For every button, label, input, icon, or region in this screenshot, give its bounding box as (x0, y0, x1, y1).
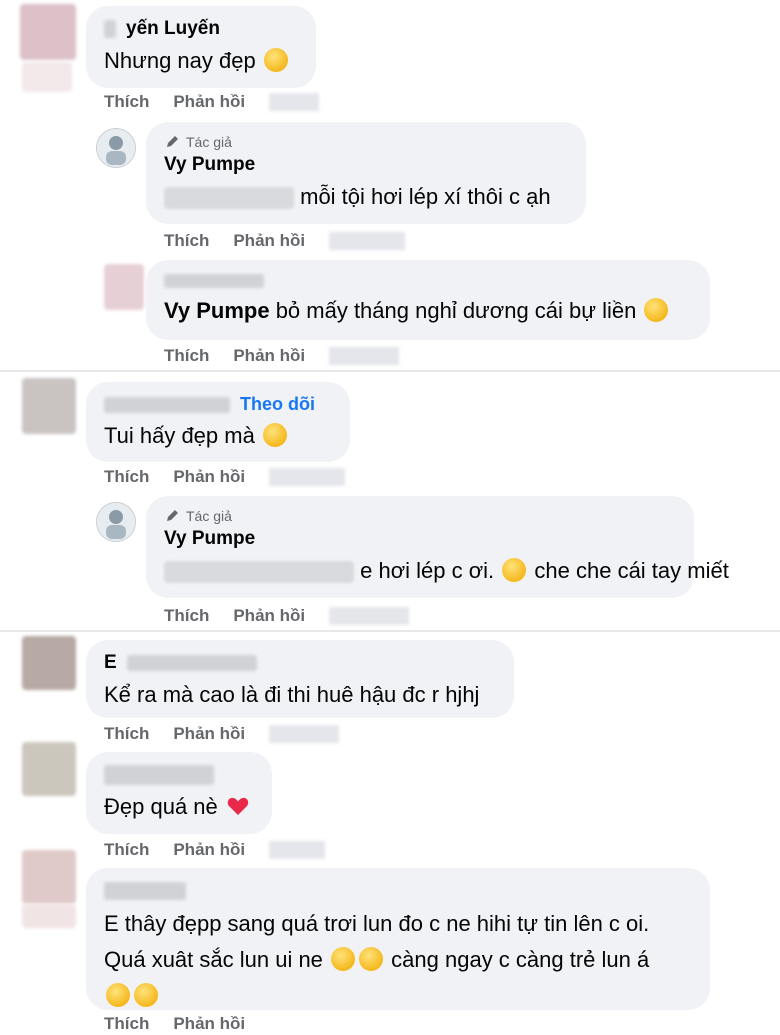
comment-text: Tui hấy đẹp mà (104, 419, 332, 452)
comment-bubble: E Kể ra mà cao là đi thi huê hậu đc r hj… (86, 640, 514, 718)
like-button[interactable]: Thích (104, 1014, 149, 1034)
reply-button[interactable]: Phản hồi (173, 92, 245, 112)
timestamp (329, 232, 406, 250)
avatar-shadow (22, 62, 72, 92)
comment-actions: Thích Phản hồi (104, 840, 326, 860)
comment-bubble: Đẹp quá nè (86, 752, 272, 834)
pen-icon (167, 510, 178, 521)
like-button[interactable]: Thích (104, 467, 149, 487)
like-button[interactable]: Thích (104, 92, 149, 112)
kiss-emoji (106, 983, 130, 1007)
avatar-shadow (22, 904, 76, 928)
commenter-name[interactable]: Vy Pumpe (164, 154, 568, 176)
comment-actions: Thích Phản hồi (104, 1014, 245, 1034)
reply-button[interactable]: Phản hồi (233, 346, 305, 366)
commenter-name[interactable]: E (104, 652, 496, 674)
commenter-name[interactable]: Theo dõi (104, 394, 332, 415)
comment-actions: Thích Phản hồi (104, 92, 320, 112)
comment-text: Kể ra mà cao là đi thi huê hậu đc r hjhj (104, 682, 480, 707)
timestamp (269, 725, 340, 743)
timestamp (269, 468, 346, 486)
like-button[interactable]: Thích (104, 724, 149, 744)
comment-bubble: yến Luyến Nhưng nay đẹp (86, 6, 316, 88)
comment-bubble: E thây đẹpp sang quá trơi lun đo c ne hi… (86, 868, 710, 1010)
reply-bubble: Tác giả Vy Pumpe mỗi tội hơi lép xí thôi… (146, 122, 586, 224)
reply-button[interactable]: Phản hồi (173, 1014, 245, 1034)
reply-button[interactable]: Phản hồi (173, 467, 245, 487)
commenter-name[interactable] (104, 764, 254, 786)
heart-emoji (226, 794, 250, 818)
avatar[interactable] (20, 4, 76, 60)
reply-bubble: Tác giả Vy Pumpe e hơi lép c ơi. che che… (146, 496, 729, 598)
commenter-name[interactable]: Vy Pumpe (164, 528, 676, 550)
heart-eyes-emoji (331, 947, 356, 971)
comment-actions: Thích Phản hồi (164, 231, 406, 251)
divider (0, 630, 780, 632)
like-button[interactable]: Thích (164, 346, 209, 366)
comment-actions: Thích Phản hồi (104, 467, 346, 487)
avatar[interactable] (22, 742, 76, 796)
comment-text: e hơi lép c ơi. che che cái tay miết (164, 554, 729, 587)
comment-text: Vy Pumpe bỏ mấy tháng nghỉ dương cái bự … (164, 294, 692, 327)
avatar[interactable] (22, 378, 76, 434)
smiling-hearts-emoji (262, 423, 287, 447)
comment-actions: Thích Phản hồi (164, 606, 410, 626)
reply-button[interactable]: Phản hồi (233, 231, 305, 251)
comment-text: E thây đẹpp sang quá trơi lun đo c ne hi… (104, 906, 692, 1014)
timestamp (269, 93, 320, 111)
avatar[interactable] (22, 636, 76, 690)
timestamp (329, 347, 400, 365)
follow-button[interactable]: Theo dõi (240, 394, 315, 415)
reply-bubble: Vy Pumpe bỏ mấy tháng nghỉ dương cái bự … (146, 260, 710, 340)
author-badge: Tác giả (164, 134, 568, 150)
comment-actions: Thích Phản hồi (164, 346, 400, 366)
like-button[interactable]: Thích (104, 840, 149, 860)
avatar[interactable] (22, 850, 76, 904)
commenter-name[interactable] (164, 272, 692, 290)
like-button[interactable]: Thích (164, 231, 209, 251)
commenter-name[interactable]: yến Luyến (104, 18, 298, 40)
author-badge: Tác giả (164, 508, 676, 524)
comment-actions: Thích Phản hồi (104, 724, 340, 744)
comment-bubble: Theo dõi Tui hấy đẹp mà (86, 382, 350, 462)
reply-button[interactable]: Phản hồi (173, 724, 245, 744)
like-button[interactable]: Thích (164, 606, 209, 626)
kiss-emoji (134, 983, 158, 1007)
reply-button[interactable]: Phản hồi (233, 606, 305, 626)
reply-button[interactable]: Phản hồi (173, 840, 245, 860)
timestamp (329, 607, 410, 625)
grin-emoji (644, 298, 669, 322)
pen-icon (167, 136, 178, 147)
mention-link[interactable]: Vy Pumpe (164, 298, 270, 323)
avatar[interactable] (96, 502, 136, 542)
timestamp (269, 841, 326, 859)
commenter-name[interactable] (104, 880, 692, 902)
heart-eyes-emoji (263, 48, 288, 72)
comment-text: Nhưng nay đẹp (104, 44, 298, 77)
tear-emoji (502, 558, 527, 582)
comment-text: mỗi tội hơi lép xí thôi c ạh (164, 180, 568, 213)
avatar[interactable] (96, 128, 136, 168)
smiling-hearts-emoji (359, 947, 384, 971)
divider (0, 370, 780, 372)
comment-text: Đẹp quá nè (104, 790, 254, 823)
avatar[interactable] (104, 264, 144, 310)
